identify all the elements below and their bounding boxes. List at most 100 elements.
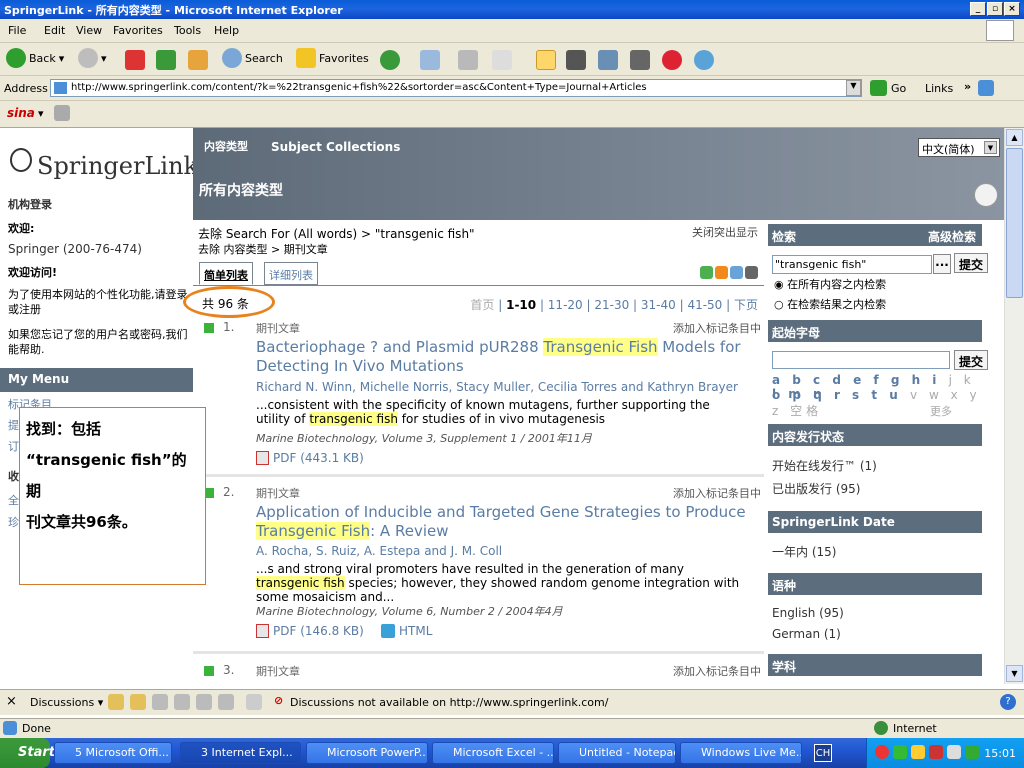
- address-dropdown[interactable]: ▼: [846, 80, 861, 96]
- task-windows-live-messenger[interactable]: Windows Live Me...: [680, 742, 802, 764]
- discussion-tool-icon[interactable]: [196, 694, 212, 710]
- menu-link-partial-4[interactable]: 全: [8, 492, 19, 508]
- pdf-link[interactable]: PDF (443.1 KB): [256, 451, 364, 465]
- springerlink-logo[interactable]: SpringerLink: [37, 152, 198, 180]
- language-indicator[interactable]: CH: [814, 744, 832, 762]
- mail-icon[interactable]: [420, 50, 440, 70]
- tray-icon[interactable]: [911, 745, 925, 759]
- task-notepad[interactable]: Untitled - Notepad: [558, 742, 676, 764]
- search-input[interactable]: "transgenic fish": [772, 255, 932, 274]
- german-link[interactable]: German (1): [772, 627, 841, 641]
- email-icon[interactable]: [730, 266, 743, 279]
- menu-favorites[interactable]: Favorites: [113, 24, 163, 37]
- article-journal[interactable]: Marine Biotechnology, Volume 3, Suppleme…: [256, 430, 592, 446]
- stop-icon[interactable]: [125, 50, 145, 70]
- pager-page-3[interactable]: 21-30: [594, 298, 629, 312]
- discussion-tool-icon[interactable]: [174, 694, 190, 710]
- discussion-tool-icon[interactable]: [246, 694, 262, 710]
- pager-page-4[interactable]: 31-40: [641, 298, 676, 312]
- tab-subject-collections[interactable]: Subject Collections: [271, 140, 400, 154]
- discussion-tool-icon[interactable]: [152, 694, 168, 710]
- pager-next[interactable]: 下页: [734, 298, 758, 312]
- radio-within-results[interactable]: ○ 在检索结果之内检索: [774, 296, 886, 312]
- tray-icon[interactable]: [947, 745, 961, 759]
- messenger-icon[interactable]: [536, 50, 556, 70]
- hand-icon[interactable]: [662, 50, 682, 70]
- html-link[interactable]: HTML: [381, 624, 432, 638]
- discussion-tool-icon[interactable]: [218, 694, 234, 710]
- submit-letter-button[interactable]: 提交: [954, 350, 989, 370]
- history-icon[interactable]: [380, 50, 400, 70]
- forgot-password-text[interactable]: 如果您忘记了您的用户名或密码,我们能帮助.: [8, 327, 188, 357]
- refresh-icon[interactable]: [156, 50, 176, 70]
- minimize-button[interactable]: _: [970, 2, 986, 16]
- menu-help[interactable]: Help: [214, 24, 239, 37]
- more-options-button[interactable]: ...: [933, 254, 951, 274]
- go-button[interactable]: Go: [870, 80, 906, 96]
- institution-login[interactable]: 机构登录: [8, 196, 52, 212]
- research-icon[interactable]: [598, 50, 618, 70]
- breadcrumb-content-type[interactable]: 去除 内容类型 > 期刊文章: [198, 241, 328, 257]
- scroll-up-icon[interactable]: ▲: [1006, 129, 1023, 146]
- help-icon[interactable]: ?: [1000, 694, 1016, 710]
- letter-input[interactable]: [772, 351, 950, 369]
- people-icon[interactable]: [694, 50, 714, 70]
- scroll-thumb[interactable]: [1006, 148, 1023, 298]
- radio-all-content[interactable]: ◉ 在所有内容之内检索: [774, 276, 886, 292]
- breadcrumb-search[interactable]: 去除 Search For (All words) > "transgenic …: [198, 225, 475, 242]
- edit-icon[interactable]: [492, 50, 512, 70]
- discussions-menu[interactable]: Discussions ▾: [30, 696, 103, 709]
- tray-icon[interactable]: [875, 745, 889, 759]
- add-to-marked-link[interactable]: 添加入标记条目中: [673, 663, 761, 679]
- online-first-link[interactable]: 开始在线发行™ (1): [772, 457, 877, 474]
- task-internet-explorer[interactable]: 3 Internet Expl...: [180, 742, 301, 764]
- favorites-button[interactable]: Favorites: [296, 48, 369, 68]
- one-year-link[interactable]: 一年内 (15): [772, 543, 836, 560]
- close-button[interactable]: ×: [1004, 2, 1020, 16]
- home-icon[interactable]: [188, 50, 208, 70]
- save-icon[interactable]: [745, 266, 758, 279]
- menu-link-partial-2[interactable]: 订: [8, 438, 19, 454]
- discussion-tool-icon[interactable]: [108, 694, 124, 710]
- rss-icon[interactable]: [715, 266, 728, 279]
- advanced-search-link[interactable]: 高级检索: [928, 228, 976, 245]
- menu-link-partial-3[interactable]: 收: [8, 468, 19, 484]
- export-icon[interactable]: [700, 266, 713, 279]
- tool-icon[interactable]: [54, 105, 70, 121]
- maximize-button[interactable]: ▫: [987, 2, 1003, 16]
- language-select[interactable]: 中文(简体) ▼: [918, 138, 1000, 157]
- article-authors[interactable]: Richard N. Winn, Michelle Norris, Stacy …: [256, 380, 738, 394]
- published-link[interactable]: 已出版发行 (95): [772, 480, 860, 497]
- toolbar-tool-icon[interactable]: [566, 50, 586, 70]
- chevron-icon[interactable]: »: [964, 80, 971, 93]
- tray-icon[interactable]: [893, 745, 907, 759]
- close-highlight-link[interactable]: 关闭突出显示: [692, 224, 758, 240]
- menu-view[interactable]: View: [76, 24, 102, 37]
- toolbar-tool-icon-2[interactable]: [630, 50, 650, 70]
- personalize-text[interactable]: 为了使用本网站的个性化功能,请登录或注册: [8, 287, 188, 317]
- task-powerpoint[interactable]: Microsoft PowerP...: [306, 742, 428, 764]
- back-button[interactable]: Back ▾: [6, 48, 64, 68]
- address-input[interactable]: http://www.springerlink.com/content/?k=%…: [50, 79, 862, 97]
- pdf-link[interactable]: PDF (146.8 KB): [256, 624, 364, 638]
- globe-icon[interactable]: [978, 80, 994, 96]
- menu-link-partial-1[interactable]: 提: [8, 417, 19, 433]
- article-title-link[interactable]: Bacteriophage ? and Plasmid pUR288 Trans…: [256, 338, 746, 376]
- menu-link-partial-5[interactable]: 珍: [8, 514, 19, 530]
- search-button[interactable]: Search: [222, 48, 283, 68]
- tray-icon[interactable]: [965, 745, 979, 759]
- forward-button[interactable]: ▾: [78, 48, 107, 68]
- print-icon[interactable]: [458, 50, 478, 70]
- article-journal[interactable]: Marine Biotechnology, Volume 6, Number 2…: [256, 603, 563, 619]
- close-discussions-icon[interactable]: ×: [6, 694, 17, 709]
- print-page-icon[interactable]: [974, 183, 998, 207]
- alphabet-row-2[interactable]: o p q r s t u v w x y z 空格: [772, 388, 990, 419]
- task-office[interactable]: 5 Microsoft Offi...: [54, 742, 172, 764]
- tab-simple-list[interactable]: 简单列表: [199, 262, 253, 285]
- sina-logo[interactable]: sina: [7, 106, 35, 120]
- menu-edit[interactable]: Edit: [44, 24, 65, 37]
- article-authors[interactable]: A. Rocha, S. Ruiz, A. Estepa and J. M. C…: [256, 544, 502, 558]
- english-link[interactable]: English (95): [772, 606, 844, 620]
- article-title-link[interactable]: Application of Inducible and Targeted Ge…: [256, 503, 746, 541]
- discussion-tool-icon[interactable]: [130, 694, 146, 710]
